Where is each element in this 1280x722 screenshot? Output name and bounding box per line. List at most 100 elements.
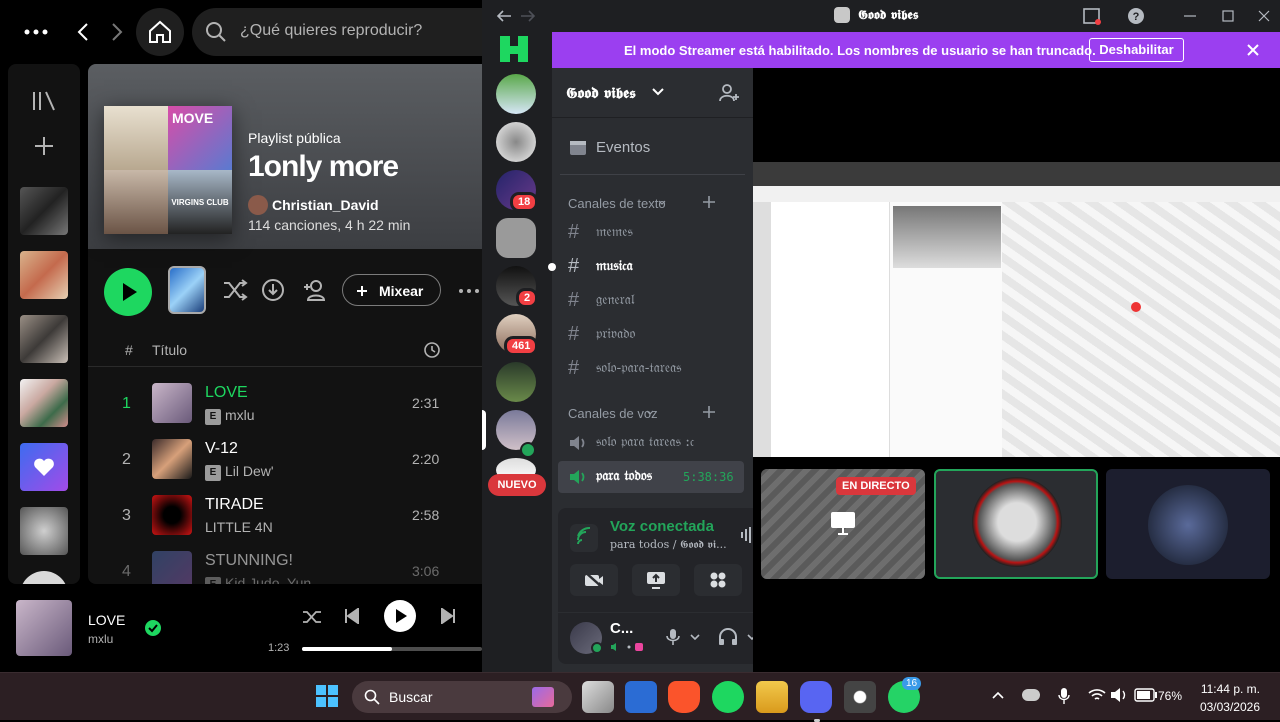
disable-streamer-button[interactable]: Deshabilitar [1089, 38, 1184, 62]
track-title[interactable]: LOVE [205, 384, 248, 402]
track-title[interactable]: STUNNING! [205, 552, 293, 570]
headphones-icon[interactable] [718, 628, 738, 646]
voice-category[interactable]: Canales de voz [568, 406, 658, 421]
username[interactable]: C... [610, 620, 633, 637]
track-artist[interactable]: Kid Judo, Yun [225, 575, 311, 584]
voice-channel-path[interactable]: para todos / 𝕲𝖔𝖔𝖉 𝖛𝖎... [610, 538, 727, 552]
library-item[interactable] [20, 251, 68, 299]
channel-privado[interactable]: # 𝔭𝔯𝔦𝔳𝔞𝔡𝔬 [558, 319, 744, 351]
home-logo-icon[interactable] [496, 32, 536, 72]
shuffle-icon[interactable] [302, 608, 322, 626]
play-button[interactable] [104, 268, 152, 316]
maximize-icon[interactable] [1222, 10, 1234, 22]
search-bar[interactable]: ¿Qué quieres reproducir? [192, 8, 492, 56]
progress-bar[interactable] [302, 647, 482, 651]
invite-people-icon[interactable] [718, 83, 740, 103]
file-explorer-icon[interactable] [756, 681, 788, 713]
track-row[interactable]: 1 LOVE Emxlu 2:31 [88, 375, 482, 431]
track-row[interactable]: 4 STUNNING! E Kid Judo, Yun 3:06 [88, 543, 482, 584]
server-icon[interactable] [496, 218, 536, 258]
server-header[interactable]: 𝕲𝖔𝖔𝖉 𝖛𝖎𝖇𝖊𝖘 [552, 68, 753, 118]
cloud-sync-icon[interactable] [1022, 689, 1040, 701]
clock-time[interactable]: 11:44 p. m. [1198, 682, 1260, 696]
voice-channel-para-todos[interactable]: 𝔭𝔞𝔯𝔞 𝔱𝔬𝔡𝔬𝔰 5:38:36 [558, 461, 744, 493]
download-icon[interactable] [261, 278, 285, 302]
playlist-preview-thumb[interactable] [168, 266, 206, 314]
library-item[interactable] [20, 187, 68, 235]
spotify-icon[interactable] [712, 681, 744, 713]
share-screen-button[interactable] [632, 564, 680, 596]
server-icon[interactable] [496, 122, 536, 162]
stream-tile[interactable]: EN DIRECTO [761, 469, 925, 579]
more-icon[interactable] [458, 288, 482, 294]
track-artist[interactable]: mxlu [225, 407, 255, 423]
previous-icon[interactable] [344, 608, 360, 624]
voice-channel-solo-para-tareas[interactable]: 𝔰𝔬𝔩𝔬 𝔭𝔞𝔯𝔞 𝔱𝔞𝔯𝔢𝔞𝔰 :𝔠 [558, 427, 744, 459]
now-playing-art[interactable] [16, 600, 72, 656]
task-view-icon[interactable] [582, 681, 614, 713]
now-playing-title[interactable]: LOVE [88, 612, 125, 628]
voice-connected-label[interactable]: Voz conectada [610, 518, 714, 535]
channel-solo-para-tareas[interactable]: # 𝔰𝔬𝔩𝔬-𝔭𝔞𝔯𝔞-𝔱𝔞𝔯𝔢𝔞𝔰 [558, 353, 744, 385]
library-item[interactable] [20, 315, 68, 363]
next-icon[interactable] [440, 608, 456, 624]
owner-name[interactable]: Christian_David [272, 197, 379, 213]
mix-button[interactable]: Mixear [342, 274, 441, 306]
library-icon[interactable] [32, 90, 56, 112]
taskbar-search[interactable]: Buscar [352, 681, 572, 713]
chevron-up-icon[interactable] [992, 691, 1004, 699]
obs-icon[interactable] [844, 681, 876, 713]
track-title[interactable]: TIRADE [205, 496, 264, 514]
search-input[interactable]: ¿Qué quieres reproducir? [240, 22, 422, 40]
participant-tile[interactable] [934, 469, 1098, 579]
back-arrow-icon[interactable] [76, 22, 90, 42]
forward-arrow-icon[interactable] [110, 22, 124, 42]
microphone-icon[interactable] [666, 628, 680, 646]
channel-general[interactable]: # 𝔤𝔢𝔫𝔢𝔯𝔞𝔩 [558, 285, 744, 317]
chevron-down-icon[interactable] [690, 634, 700, 640]
track-row[interactable]: 3 TIRADE LITTLE 4N 2:58 [88, 487, 482, 543]
saved-check-icon[interactable] [145, 620, 161, 636]
clock-date[interactable]: 03/03/2026 [1198, 700, 1260, 714]
track-title[interactable]: V-12 [205, 440, 238, 458]
help-icon[interactable]: ? [1127, 7, 1145, 25]
events-item[interactable]: Eventos [596, 139, 650, 156]
forward-arrow-icon[interactable] [520, 9, 536, 23]
home-button[interactable] [136, 8, 184, 56]
library-item[interactable] [20, 379, 68, 427]
close-banner-icon[interactable] [1247, 44, 1259, 56]
create-plus-icon[interactable] [32, 134, 56, 158]
server-icon[interactable] [496, 362, 536, 402]
track-artist[interactable]: Lil Dew' [225, 463, 274, 479]
new-badge[interactable]: NUEVO [488, 474, 546, 496]
now-playing-artist[interactable]: mxlu [88, 632, 113, 646]
minimize-icon[interactable] [1184, 15, 1196, 17]
server-icon[interactable] [496, 74, 536, 114]
back-arrow-icon[interactable] [496, 9, 512, 23]
brave-browser-icon[interactable] [668, 681, 700, 713]
text-category[interactable]: Canales de texto [568, 196, 666, 211]
close-icon[interactable] [1258, 10, 1270, 22]
add-channel-icon[interactable] [703, 406, 715, 418]
signal-icon[interactable] [570, 524, 598, 552]
add-channel-icon[interactable] [703, 196, 715, 208]
screen-share-stream[interactable] [753, 162, 1280, 457]
wifi-icon[interactable] [1088, 687, 1106, 703]
participant-tile[interactable] [1106, 469, 1270, 579]
microphone-icon[interactable] [1058, 687, 1070, 705]
play-pause-button[interactable] [384, 600, 416, 632]
inbox-icon[interactable] [1083, 7, 1101, 25]
channel-memes[interactable]: # 𝔪𝔢𝔪𝔢𝔰 [558, 217, 744, 249]
battery-icon[interactable] [1134, 688, 1158, 702]
add-user-icon[interactable] [302, 278, 328, 302]
more-options-icon[interactable] [24, 24, 48, 40]
visual-studio-icon[interactable] [625, 681, 657, 713]
track-artist[interactable]: LITTLE 4N [205, 519, 273, 535]
camera-off-button[interactable] [570, 564, 618, 596]
volume-icon[interactable] [1110, 687, 1128, 703]
shuffle-icon[interactable] [222, 278, 248, 302]
windows-start-icon[interactable] [316, 685, 338, 707]
library-item[interactable] [20, 507, 68, 555]
discord-icon[interactable] [800, 681, 832, 713]
track-row[interactable]: 2 V-12 E Lil Dew' 2:20 [88, 431, 482, 487]
